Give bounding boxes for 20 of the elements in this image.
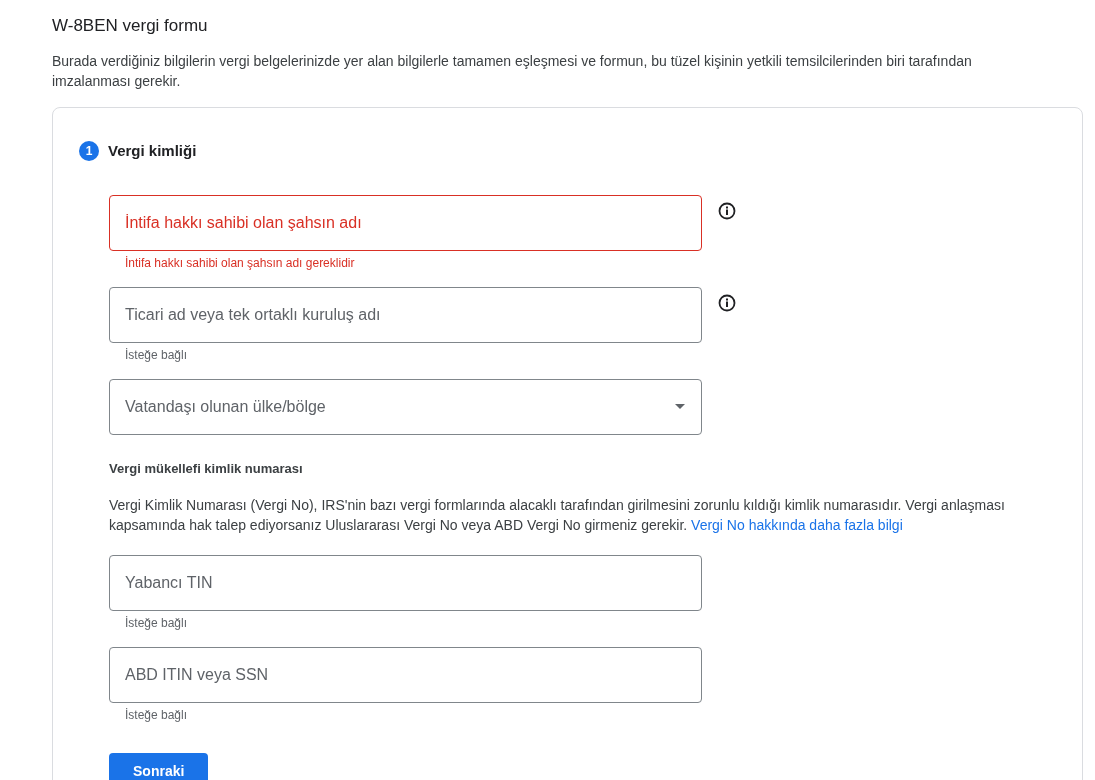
text-input-field[interactable]: Ticari ad veya tek ortaklı kuruluş adı bbox=[109, 286, 702, 343]
text-input-field[interactable]: İntifa hakkı sahibi olan şahsın adı bbox=[109, 194, 702, 251]
page-title: W-8BEN vergi formu bbox=[52, 15, 209, 37]
info-icon[interactable] bbox=[718, 293, 736, 312]
dropdown-caret-icon bbox=[675, 404, 685, 409]
text-input-field[interactable]: ABD ITIN veya SSN bbox=[109, 647, 702, 703]
error-message: İntifa hakkı sahibi olan şahsın adı gereklidir bbox=[124, 254, 355, 271]
page-description: Burada verdiğiniz bilgilerin vergi belgelerinizde yer alan bilgilerle tamamen eşleşmesi ve formun, bu tüzel kişinin yetkili temsilcilerinden biri tarafından imzalanması gerekir. bbox=[52, 52, 973, 91]
learn-more-link[interactable]: Vergi No hakkında daha fazla bilgi bbox=[691, 517, 903, 533]
helper-text: İsteğe bağlı bbox=[124, 707, 188, 723]
section-heading: Vergi mükellefi kimlik numarası bbox=[109, 459, 304, 478]
helper-text: İsteğe bağlı bbox=[124, 346, 188, 363]
country-dropdown[interactable]: Vatandaşı olunan ülke/bölge bbox=[109, 378, 702, 435]
helper-text: İsteğe bağlı bbox=[124, 615, 188, 631]
tin-description: Vergi Kimlik Numarası (Vergi No), IRS'nin bazı vergi formlarında alacaklı tarafından girilmesini zorunlu kıldığı kimlik numarasıdır. Vergi anlaşması kapsamında hak talep ediyorsanız Uluslararası Vergi No veya ABD Vergi No girmeniz gerekir. Vergi No hakkında daha fazla bilgi bbox=[109, 496, 1006, 535]
step-title: Vergi kimliği bbox=[108, 141, 197, 161]
text-input-field[interactable]: Yabancı TIN bbox=[109, 555, 702, 611]
info-icon[interactable] bbox=[718, 201, 736, 220]
next-button[interactable]: Sonraki bbox=[109, 753, 209, 780]
step-number: 1 bbox=[79, 141, 99, 162]
